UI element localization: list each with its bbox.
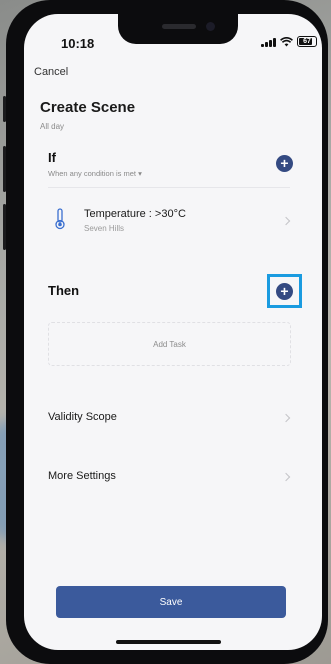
signal-icon [261,37,276,47]
add-task-placeholder[interactable]: Add Task [48,322,291,366]
save-button[interactable]: Save [56,586,286,618]
speaker [162,24,196,29]
cancel-button[interactable]: Cancel [34,66,68,78]
thermometer-icon [55,208,65,230]
condition-mode-label: When any condition is met [48,169,136,178]
more-settings-label: More Settings [48,470,116,482]
wifi-icon [280,36,293,46]
if-section-title: If [48,150,56,165]
condition-mode-dropdown[interactable]: When any condition is met ▾ [48,169,142,178]
notch [118,14,238,44]
status-icons: 67 [261,36,317,47]
volume-up-button [3,146,6,192]
then-section-title: Then [48,283,80,298]
volume-down-button [3,204,6,250]
condition-location: Seven Hills [84,224,125,233]
battery-level: 67 [303,38,311,45]
page-title: Create Scene [40,99,136,116]
condition-title: Temperature : >30°C [84,208,186,220]
camera [206,22,215,31]
side-button [3,96,6,122]
chevron-down-icon: ▾ [138,169,142,178]
highlight-box [267,274,302,308]
page-subtitle: All day [40,122,65,131]
home-indicator [116,640,221,644]
add-condition-button[interactable]: + [276,155,293,172]
battery-icon: 67 [297,36,317,47]
if-divider [48,187,290,188]
status-time: 10:18 [61,36,95,51]
validity-scope-label: Validity Scope [48,411,117,423]
